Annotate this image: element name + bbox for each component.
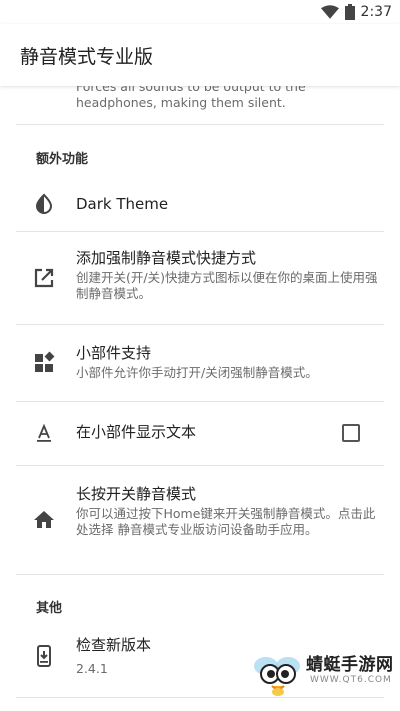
watermark: 蜻蜓手游网 WWW.QT6.COM (250, 642, 400, 711)
pref-long-press-title: 长按开关静音模式 (76, 485, 197, 503)
wifi-icon (320, 5, 339, 19)
dragonfly-logo-icon (254, 657, 300, 696)
previous-pref-summary: Forces all sounds to be output to the he… (76, 86, 306, 110)
settings-list[interactable]: Forces all sounds to be output to the he… (0, 86, 400, 711)
pref-widget-show-text-title: 在小部件显示文本 (76, 423, 197, 441)
pref-dark-theme-title: Dark Theme (76, 195, 169, 213)
status-bar: 2:37 (0, 0, 400, 24)
app-bar: 静音模式专业版 (0, 24, 400, 86)
pref-add-shortcut-summary: 创建开关(开/关)快捷方式图标以便在你的桌面上使用强制静音模式。 (76, 270, 378, 301)
home-icon (34, 511, 54, 528)
pref-widget-support[interactable]: 小部件支持 小部件允许你手动打开/关闭强制静音模式。 (0, 325, 400, 401)
system-update-icon (37, 645, 51, 667)
status-time: 2:37 (360, 4, 392, 20)
pref-widget-show-text[interactable]: 在小部件显示文本 (0, 402, 400, 465)
text-format-icon (37, 423, 51, 442)
widgets-icon (35, 351, 55, 372)
pref-add-shortcut-title: 添加强制静音模式快捷方式 (76, 249, 257, 267)
pref-dark-theme[interactable]: Dark Theme (0, 178, 400, 230)
pref-widget-support-title: 小部件支持 (76, 344, 152, 362)
pref-long-press[interactable]: 长按开关静音模式 你可以通过按下Home键来开关强制静音模式。点击此处选择 静音… (0, 466, 400, 574)
divider (16, 124, 384, 125)
watermark-url: WWW.QT6.COM (310, 675, 392, 685)
divider (16, 574, 384, 575)
pref-long-press-summary: 你可以通过按下Home键来开关强制静音模式。点击此处选择 静音模式专业版访问设备… (76, 506, 376, 537)
pref-widget-support-summary: 小部件允许你手动打开/关闭强制静音模式。 (76, 365, 318, 380)
pref-add-shortcut[interactable]: 添加强制静音模式快捷方式 创建开关(开/关)快捷方式图标以便在你的桌面上使用强制… (0, 232, 400, 324)
external-link-icon (34, 268, 54, 288)
category-other: 其他 (36, 601, 63, 616)
widget-text-checkbox[interactable] (342, 424, 360, 442)
contrast-icon (35, 193, 53, 214)
page-title: 静音模式专业版 (20, 45, 154, 68)
battery-icon (344, 4, 355, 20)
category-extra-features: 额外功能 (36, 152, 89, 167)
watermark-text: 蜻蜓手游网 (306, 655, 394, 675)
